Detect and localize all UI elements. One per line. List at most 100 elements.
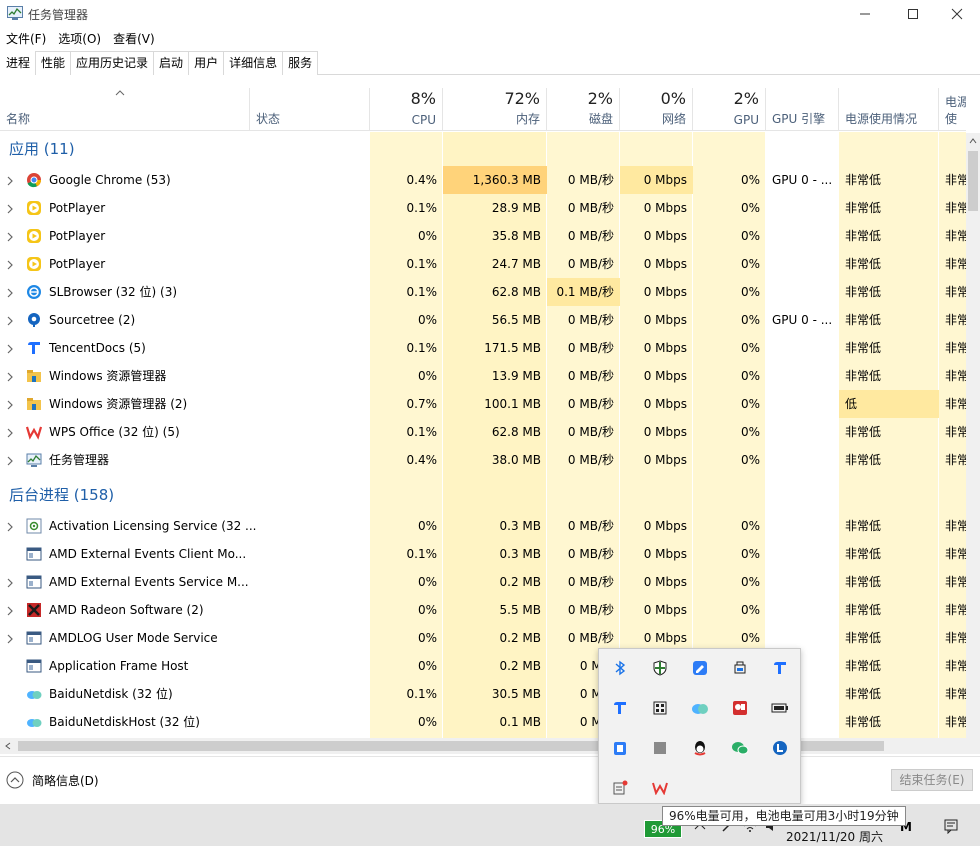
table-row[interactable]: BaiduNetdiskHost (32 位) 0% 0.1 MB 0 MB/非常低非… bbox=[0, 708, 966, 736]
header-disk[interactable]: 2% 磁盘 bbox=[547, 88, 620, 131]
cell-net: 0 Mbps bbox=[643, 425, 687, 439]
tab-services[interactable]: 服务 bbox=[282, 51, 319, 75]
cell-gpu: 0% bbox=[740, 173, 760, 187]
table-row[interactable]: PotPlayer 0.1% 28.9 MB 0 MB/秒 0 Mbps 0% 非常低 非常 bbox=[0, 194, 966, 222]
header-memory[interactable]: 72% 内存 bbox=[443, 88, 547, 131]
tab-users[interactable]: 用户 bbox=[188, 51, 225, 75]
table-row[interactable]: AMD External Events Service M... 0% 0.2 MB… bbox=[0, 568, 966, 596]
cell-gpu: 0% bbox=[740, 575, 760, 589]
cell-disk: 0 MB/秒 bbox=[567, 369, 614, 383]
bluetooth-icon[interactable] bbox=[610, 658, 630, 678]
expand-chevron-icon[interactable] bbox=[6, 633, 14, 644]
expand-chevron-icon[interactable] bbox=[6, 371, 14, 382]
brief-info-button[interactable]: 简略信息(D) bbox=[6, 771, 99, 789]
horizontal-scrollbar[interactable] bbox=[0, 738, 980, 754]
expand-chevron-icon[interactable] bbox=[6, 259, 14, 270]
table-row[interactable]: Windows 资源管理器 0% 13.9 MB 0 MB/秒 0 Mbps 0% 非常低 非… bbox=[0, 362, 966, 390]
taskbar-date[interactable]: 2021/11/20 周六 bbox=[786, 828, 883, 845]
table-row[interactable]: PotPlayer 0% 35.8 MB 0 MB/秒 0 Mbps 0% 非常低 非常 bbox=[0, 222, 966, 250]
table-row[interactable]: Google Chrome (53) 0.4% 1,360.3 MB 0 MB/秒 0 … bbox=[0, 166, 966, 194]
folder-icon bbox=[26, 396, 42, 412]
cell-cpu: 0.4% bbox=[406, 453, 438, 467]
tab-details[interactable]: 详细信息 bbox=[223, 51, 284, 75]
table-header: 名称 状态 8% CPU 72% 内存 2% 磁盘 0% 网络 2% GPU G… bbox=[0, 88, 966, 131]
tencentdocs-tray-icon[interactable] bbox=[770, 658, 790, 678]
baidunetdisk-tray-icon[interactable] bbox=[690, 698, 710, 718]
expand-chevron-icon[interactable] bbox=[6, 203, 14, 214]
note-app-icon[interactable] bbox=[690, 658, 710, 678]
table-row[interactable]: AMD External Events Client Mo... 0.1% 0.3 … bbox=[0, 540, 966, 568]
group-header[interactable]: 后台进程 (158) bbox=[0, 478, 966, 512]
expand-chevron-icon[interactable] bbox=[6, 521, 14, 532]
cell-mem: 24.7 MB bbox=[491, 257, 541, 271]
process-name: 任务管理器 bbox=[49, 453, 110, 467]
process-name: AMDLOG User Mode Service bbox=[49, 631, 218, 645]
menu-options[interactable]: 选项(O) bbox=[52, 28, 107, 50]
table-row[interactable]: AMD Radeon Software (2) 0% 5.5 MB 0 MB/秒 0 M… bbox=[0, 596, 966, 624]
expand-chevron-icon[interactable] bbox=[6, 231, 14, 242]
cell-gpu: 0% bbox=[740, 547, 760, 561]
blue-l-app-icon[interactable] bbox=[770, 738, 790, 758]
header-power-trend[interactable]: 电源使 bbox=[939, 88, 966, 131]
scroll-left-icon[interactable] bbox=[4, 742, 12, 750]
battery-tray-icon[interactable] bbox=[770, 698, 790, 718]
expand-chevron-icon[interactable] bbox=[6, 399, 14, 410]
header-name[interactable]: 名称 bbox=[0, 88, 250, 131]
expand-chevron-icon[interactable] bbox=[6, 175, 14, 186]
table-row[interactable]: Windows 资源管理器 (2) 0.7% 100.1 MB 0 MB/秒 0 Mbp… bbox=[0, 390, 966, 418]
expand-chevron-icon[interactable] bbox=[6, 577, 14, 588]
expand-chevron-icon[interactable] bbox=[6, 315, 14, 326]
expand-chevron-icon[interactable] bbox=[6, 287, 14, 298]
window-app-icon bbox=[26, 630, 42, 646]
table-row[interactable]: TencentDocs (5) 0.1% 171.5 MB 0 MB/秒 0 Mbps 0… bbox=[0, 334, 966, 362]
vertical-scrollbar[interactable] bbox=[966, 133, 980, 738]
table-row[interactable]: WPS Office (32 位) (5) 0.1% 62.8 MB 0 MB/秒 0 … bbox=[0, 418, 966, 446]
clipboard-app-icon[interactable] bbox=[610, 738, 630, 758]
group-header[interactable]: 应用 (11) bbox=[0, 132, 966, 166]
table-row[interactable]: AMDLOG User Mode Service 0% 0.2 MB 0 MB/秒 0 … bbox=[0, 624, 966, 652]
vertical-scroll-thumb[interactable] bbox=[968, 151, 978, 211]
tab-app-history[interactable]: 应用历史记录 bbox=[70, 51, 155, 75]
scroll-up-icon[interactable] bbox=[969, 137, 977, 145]
tencentdocs-alt-icon[interactable] bbox=[610, 698, 630, 718]
cell-disk: 0 MB/秒 bbox=[567, 425, 614, 439]
grid-app-icon[interactable] bbox=[650, 698, 670, 718]
red-app-icon[interactable] bbox=[730, 698, 750, 718]
table-row[interactable]: Activation Licensing Service (32 ... 0% 0.… bbox=[0, 512, 966, 540]
header-power[interactable]: 电源使用情况 bbox=[839, 88, 939, 131]
expand-chevron-icon[interactable] bbox=[6, 455, 14, 466]
gray-square-icon[interactable] bbox=[650, 738, 670, 758]
table-row[interactable]: Application Frame Host 0% 0.2 MB 0 MB/非常低 非常 bbox=[0, 652, 966, 680]
qq-icon[interactable] bbox=[690, 738, 710, 758]
table-row[interactable]: PotPlayer 0.1% 24.7 MB 0 MB/秒 0 Mbps 0% 非常低 非常 bbox=[0, 250, 966, 278]
header-gpu[interactable]: 2% GPU bbox=[693, 88, 766, 131]
header-cpu[interactable]: 8% CPU bbox=[370, 88, 443, 131]
menu-view[interactable]: 查看(V) bbox=[107, 28, 161, 50]
expand-chevron-icon[interactable] bbox=[6, 427, 14, 438]
printer-robot-icon[interactable] bbox=[730, 658, 750, 678]
tab-performance[interactable]: 性能 bbox=[35, 51, 72, 75]
doc-alert-icon[interactable] bbox=[610, 778, 630, 798]
tab-startup[interactable]: 启动 bbox=[153, 51, 190, 75]
maximize-button[interactable] bbox=[890, 0, 936, 28]
table-row[interactable]: SLBrowser (32 位) (3) 0.1% 62.8 MB 0.1 MB/秒 0… bbox=[0, 278, 966, 306]
header-gpu-engine[interactable]: GPU 引擎 bbox=[766, 88, 839, 131]
table-row[interactable]: 任务管理器 0.4% 38.0 MB 0 MB/秒 0 Mbps 0% 非常低 非常 bbox=[0, 446, 966, 474]
header-network[interactable]: 0% 网络 bbox=[620, 88, 693, 131]
close-button[interactable] bbox=[934, 0, 980, 28]
tab-processes[interactable]: 进程 bbox=[0, 51, 37, 75]
end-task-button[interactable]: 结束任务(E) bbox=[891, 769, 973, 791]
expand-chevron-icon[interactable] bbox=[6, 343, 14, 354]
expand-chevron-icon[interactable] bbox=[6, 605, 14, 616]
security-shield-icon[interactable] bbox=[650, 658, 670, 678]
menu-file[interactable]: 文件(F) bbox=[0, 28, 52, 50]
wps-tray-icon[interactable] bbox=[650, 778, 670, 798]
table-row[interactable]: BaiduNetdisk (32 位) 0.1% 30.5 MB 0 MB/非常低 非常 bbox=[0, 680, 966, 708]
cell-mem: 0.3 MB bbox=[499, 519, 541, 533]
minimize-button[interactable] bbox=[842, 0, 888, 28]
notification-icon[interactable] bbox=[943, 818, 959, 834]
table-row[interactable]: Sourcetree (2) 0% 56.5 MB 0 MB/秒 0 Mbps 0% GPU… bbox=[0, 306, 966, 334]
header-status[interactable]: 状态 bbox=[250, 88, 370, 131]
amd-radeon-icon bbox=[26, 602, 42, 618]
wechat-icon[interactable] bbox=[730, 738, 750, 758]
